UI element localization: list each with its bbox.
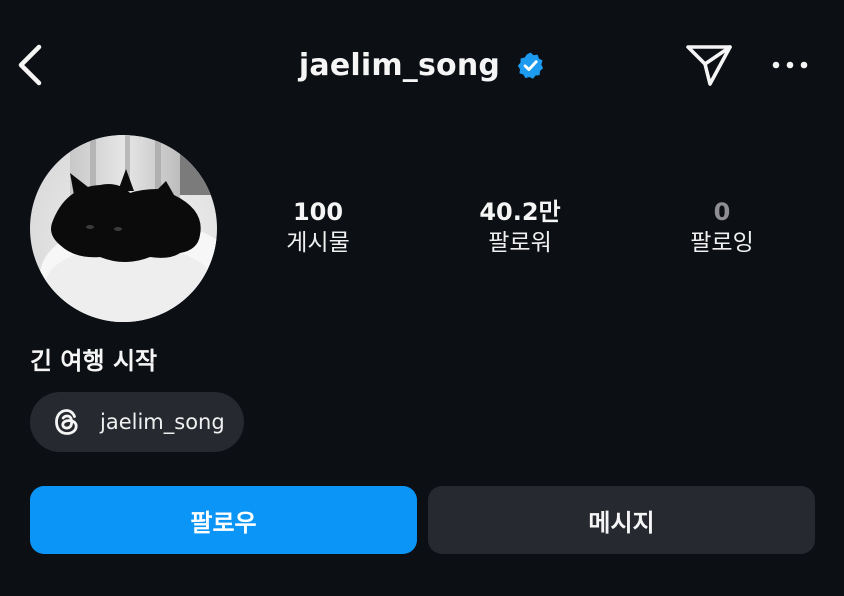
back-button[interactable]	[8, 38, 52, 92]
verified-badge-icon	[516, 51, 545, 80]
follow-button[interactable]: 팔로우	[30, 486, 417, 554]
followers-label: 팔로워	[488, 230, 552, 256]
profile-bio: 긴 여행 시작	[30, 347, 158, 375]
threads-handle: jaelim_song	[100, 410, 225, 434]
more-horizontal-icon	[772, 61, 808, 69]
posts-count: 100	[292, 198, 344, 226]
followers-count: 40.2만	[479, 198, 561, 226]
paper-plane-icon	[686, 45, 732, 86]
following-stat[interactable]: 0 팔로잉	[647, 196, 797, 258]
chevron-left-icon	[18, 44, 42, 86]
threads-link[interactable]: jaelim_song	[30, 392, 244, 452]
black-cat-photo	[30, 135, 217, 322]
profile-username-title: jaelim_song	[298, 47, 501, 83]
send-message-button[interactable]	[680, 38, 738, 92]
threads-icon	[52, 407, 82, 437]
profile-avatar[interactable]	[30, 135, 217, 322]
posts-label: 게시물	[286, 230, 350, 256]
more-options-button[interactable]	[764, 42, 816, 88]
followers-stat[interactable]: 40.2만 팔로워	[445, 196, 595, 258]
message-button[interactable]: 메시지	[428, 486, 815, 554]
following-label: 팔로잉	[690, 230, 754, 256]
posts-stat[interactable]: 100 게시물	[243, 196, 393, 258]
following-count: 0	[713, 198, 731, 226]
